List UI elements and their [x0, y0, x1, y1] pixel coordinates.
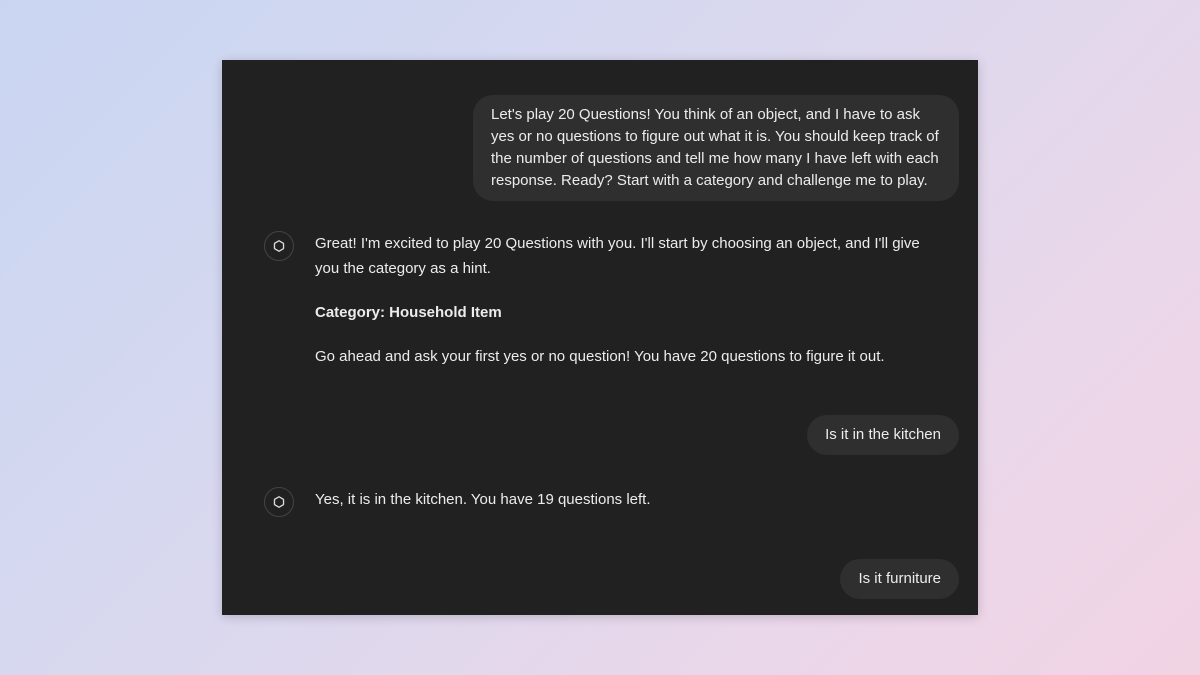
- user-message-2: Is it in the kitchen: [807, 415, 959, 455]
- openai-logo-icon: [264, 487, 294, 517]
- assistant-message-1-intro: Great! I'm excited to play 20 Questions …: [315, 235, 920, 277]
- assistant-message-1-prompt: Go ahead and ask your first yes or no qu…: [315, 348, 885, 365]
- openai-logo-icon: [264, 231, 294, 261]
- assistant-message-2: Yes, it is in the kitchen. You have 19 q…: [264, 487, 948, 517]
- user-message-3: Is it furniture: [840, 559, 959, 599]
- assistant-message-1-body: Great! I'm excited to play 20 Questions …: [315, 231, 948, 369]
- user-message-3-text: Is it furniture: [858, 570, 941, 587]
- assistant-message-1-category: Category: Household Item: [315, 304, 502, 321]
- assistant-message-1: Great! I'm excited to play 20 Questions …: [264, 231, 948, 369]
- assistant-message-2-text: Yes, it is in the kitchen. You have 19 q…: [315, 491, 651, 508]
- user-message-1: Let's play 20 Questions! You think of an…: [473, 95, 959, 201]
- user-message-1-text: Let's play 20 Questions! You think of an…: [491, 106, 939, 189]
- chat-window: Let's play 20 Questions! You think of an…: [222, 60, 978, 615]
- user-message-2-text: Is it in the kitchen: [825, 426, 941, 443]
- assistant-message-2-body: Yes, it is in the kitchen. You have 19 q…: [315, 487, 948, 512]
